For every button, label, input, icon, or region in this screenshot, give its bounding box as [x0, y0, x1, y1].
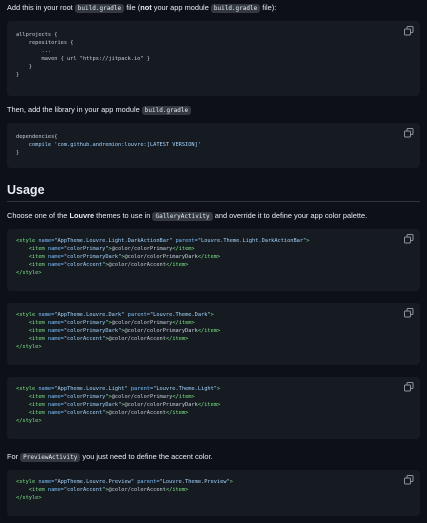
- intro-text: your app module: [153, 3, 209, 12]
- code-line: <item name="colorAccent">@color/colorAcc…: [28, 262, 189, 268]
- inline-code: PreviewActivity: [20, 453, 81, 462]
- code-block-style: <style name="AppTheme.Louvre.Dark" paren…: [7, 303, 420, 365]
- code-block-allprojects: allprojects { repositories { ... maven {…: [7, 21, 420, 96]
- code-listing: <style name="AppTheme.Louvre.Dark" paren…: [16, 311, 220, 351]
- code-block-style: <style name="AppTheme.Louvre.Preview" pa…: [7, 470, 420, 516]
- copy-icon[interactable]: [404, 382, 414, 392]
- inline-code: GalleryActivity: [152, 212, 213, 221]
- code-line: <style name="AppTheme.Louvre.Light.DarkA…: [16, 238, 310, 244]
- inline-code: build.gradle: [141, 106, 192, 115]
- inline-code: build.gradle: [74, 4, 125, 13]
- copy-icon[interactable]: [404, 234, 414, 244]
- inline-code: build.gradle: [210, 4, 261, 13]
- usage-heading: Usage: [7, 183, 45, 197]
- heading-divider: [7, 201, 420, 202]
- code-listing: <style name="AppTheme.Louvre.Light" pare…: [16, 385, 220, 425]
- copy-icon[interactable]: [404, 128, 414, 138]
- code-line: <item name="colorAccent">@color/colorAcc…: [28, 410, 189, 416]
- bold-text: not: [140, 3, 152, 12]
- code-line: <item name="colorPrimaryDark">@color/col…: [28, 328, 221, 334]
- code-block-dependencies: dependencies{ compile 'com.github.andrem…: [7, 123, 420, 168]
- intro-text: file (: [126, 3, 141, 12]
- code-line: <item name="colorPrimary">@color/colorPr…: [28, 246, 195, 252]
- copy-icon[interactable]: [404, 26, 414, 36]
- code-line: <style name="AppTheme.Louvre.Preview" pa…: [16, 479, 233, 485]
- code-line: </style>: [16, 270, 42, 276]
- paragraph-library: Then, add the library in your app module…: [7, 105, 420, 116]
- paragraph-preview: For PreviewActivity you just need to def…: [7, 452, 213, 462]
- code-block-style: <style name="AppTheme.Louvre.Light" pare…: [7, 377, 420, 439]
- code-line: <item name="colorPrimary">@color/colorPr…: [28, 320, 195, 326]
- code-block-style: <style name="AppTheme.Louvre.Light.DarkA…: [7, 229, 420, 291]
- intro-text: Add this in your root: [7, 3, 73, 12]
- code-line: <item name="colorAccent">@color/colorAcc…: [28, 487, 189, 493]
- code-line: <item name="colorPrimaryDark">@color/col…: [28, 402, 221, 408]
- code-line: <item name="colorPrimary">@color/colorPr…: [28, 394, 195, 400]
- intro-paragraph: Add this in your root build.gradle file …: [7, 3, 420, 14]
- code-line: <style name="AppTheme.Louvre.Light" pare…: [16, 386, 221, 392]
- code-listing: <style name="AppTheme.Louvre.Preview" pa…: [16, 478, 233, 502]
- code-line: <style name="AppTheme.Louvre.Dark" paren…: [16, 312, 214, 318]
- code-line: </style>: [16, 344, 42, 350]
- code-listing: dependencies{ compile 'com.github.andrem…: [16, 134, 201, 156]
- code-line: </style>: [16, 495, 42, 501]
- paragraph-usage: Choose one of the Louvre themes to use i…: [7, 211, 368, 221]
- code-listing: <style name="AppTheme.Louvre.Light.DarkA…: [16, 237, 309, 277]
- intro-text: file):: [262, 3, 277, 12]
- code-line: </style>: [16, 418, 42, 424]
- copy-icon[interactable]: [404, 308, 414, 318]
- code-listing: allprojects { repositories { ... maven {…: [16, 32, 150, 78]
- copy-icon[interactable]: [404, 475, 414, 485]
- code-line: <item name="colorAccent">@color/colorAcc…: [28, 336, 189, 342]
- code-line: <item name="colorPrimaryDark">@color/col…: [28, 254, 221, 260]
